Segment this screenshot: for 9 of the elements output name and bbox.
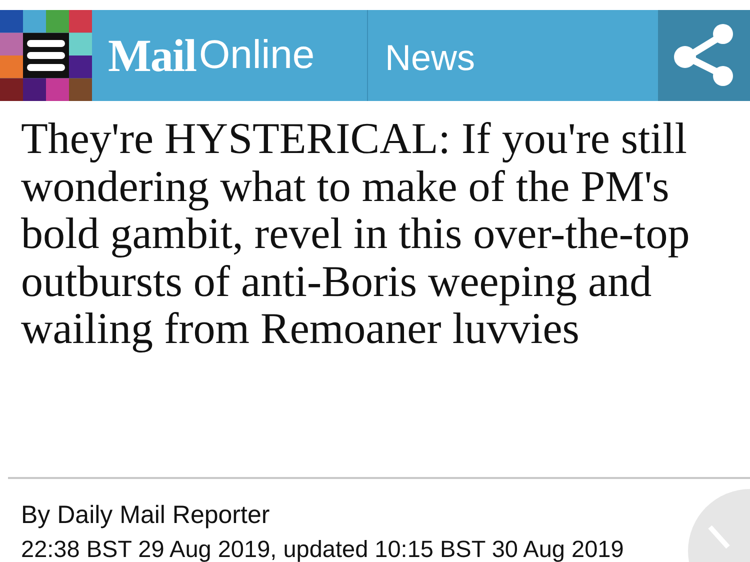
menu-icon[interactable] — [23, 33, 69, 78]
logo-wordmark: Online — [198, 33, 315, 78]
share-button[interactable] — [658, 10, 750, 101]
section-title: News — [384, 36, 476, 80]
article-headline: They're HYSTERICAL: If you're still wondering what to make of the PM's bold gambit, revel in this over-the-top outbursts of anti-Boris weeping and wailing from Remoaner luvvies — [20, 113, 691, 355]
dateline: 22:38 BST 29 Aug 2019, updated 10:15 BST 30 Aug 2019 — [21, 535, 625, 562]
byline: By Daily Mail Reporter — [21, 500, 271, 530]
logo-wordmark: Mail — [108, 29, 196, 82]
share-icon — [673, 22, 735, 88]
